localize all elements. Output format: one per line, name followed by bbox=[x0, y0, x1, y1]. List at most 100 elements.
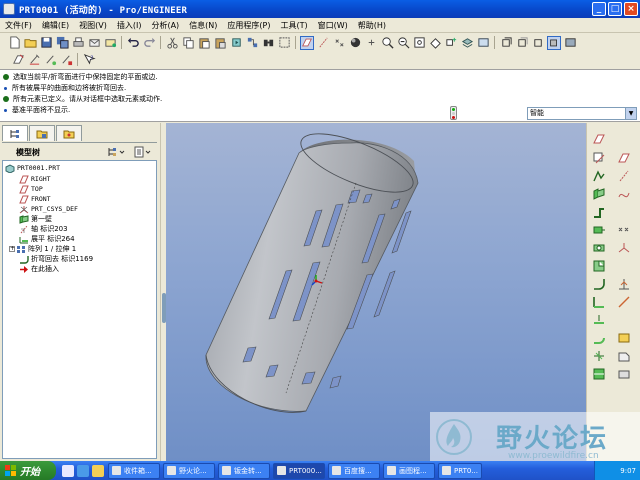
task-proe-2[interactable]: PRT0... bbox=[438, 462, 482, 479]
hidden-line-icon[interactable] bbox=[515, 36, 529, 50]
bend-back-tool-icon[interactable] bbox=[591, 330, 607, 346]
tab-folder-browser[interactable] bbox=[29, 125, 55, 141]
menu-help[interactable]: 帮助(H) bbox=[353, 20, 391, 31]
datum-point-tool-icon[interactable] bbox=[616, 222, 632, 238]
zoom-out-icon[interactable] bbox=[396, 36, 410, 50]
maximize-button[interactable]: □ bbox=[608, 2, 622, 16]
task-forum[interactable]: 野火论... bbox=[163, 462, 215, 479]
csys-tool-icon[interactable] bbox=[616, 240, 632, 256]
view-manager-icon[interactable] bbox=[476, 36, 490, 50]
minimize-button[interactable]: _ bbox=[592, 2, 606, 16]
save-icon[interactable] bbox=[39, 36, 53, 50]
graphics-window[interactable] bbox=[166, 123, 586, 461]
task-paint[interactable]: 画图程... bbox=[383, 462, 435, 479]
whats-this-help-icon[interactable]: ? bbox=[82, 53, 96, 67]
menu-edit[interactable]: 编辑(E) bbox=[37, 20, 74, 31]
sketch-datum-icon[interactable] bbox=[11, 53, 25, 67]
relations-icon[interactable] bbox=[59, 53, 73, 67]
sheetmetal-cylinder-model[interactable] bbox=[166, 123, 586, 461]
start-button[interactable]: 开始 bbox=[0, 461, 56, 480]
tree-item-right[interactable]: RIGHT bbox=[19, 174, 51, 184]
ie-icon[interactable] bbox=[77, 464, 89, 477]
menu-analysis[interactable]: 分析(A) bbox=[146, 20, 184, 31]
copy-icon[interactable] bbox=[181, 36, 195, 50]
no-hidden-icon[interactable] bbox=[531, 36, 545, 50]
notch-icon[interactable] bbox=[591, 258, 607, 274]
layers-icon[interactable] bbox=[460, 36, 474, 50]
tree-item-csys[interactable]: PRT_CSYS_DEF bbox=[19, 204, 78, 214]
menu-view[interactable]: 视图(V) bbox=[74, 20, 112, 31]
reference-tool-icon[interactable] bbox=[616, 348, 632, 364]
datum-plane-alt-icon[interactable] bbox=[616, 150, 632, 166]
task-inbox[interactable]: 收件箱... bbox=[108, 462, 160, 479]
extrude-cut-icon[interactable] bbox=[591, 222, 607, 238]
paste-icon[interactable] bbox=[197, 36, 211, 50]
datum-point-display-icon[interactable] bbox=[332, 36, 346, 50]
redo-icon[interactable] bbox=[142, 36, 156, 50]
clock[interactable]: 9:07 bbox=[620, 467, 636, 475]
flange-wall-icon[interactable] bbox=[591, 204, 607, 220]
spin-center-icon[interactable] bbox=[364, 36, 378, 50]
datum-plane-display-icon[interactable] bbox=[300, 35, 314, 50]
paste-special-icon[interactable] bbox=[213, 36, 227, 50]
datum-curve-icon[interactable] bbox=[616, 168, 632, 184]
refit-icon[interactable] bbox=[412, 36, 426, 50]
datum-axis-tool-icon[interactable] bbox=[591, 150, 607, 166]
merge-wall-icon[interactable] bbox=[591, 366, 607, 382]
flat-pattern-icon[interactable] bbox=[616, 330, 632, 346]
zoom-in-icon[interactable] bbox=[380, 36, 394, 50]
wall-tool-icon[interactable] bbox=[591, 186, 607, 202]
rip-icon[interactable] bbox=[591, 348, 607, 364]
datum-plane-tool-icon[interactable] bbox=[591, 131, 607, 147]
explorer-icon[interactable] bbox=[92, 464, 104, 477]
menu-info[interactable]: 信息(N) bbox=[184, 20, 222, 31]
annotation-tool-icon[interactable] bbox=[616, 294, 632, 310]
cut-icon[interactable] bbox=[165, 36, 179, 50]
task-baidu[interactable]: 百度搜... bbox=[328, 462, 380, 479]
find-icon[interactable] bbox=[261, 36, 275, 50]
tree-item-bend-back[interactable]: 折弯回去 标识1169 bbox=[19, 254, 93, 264]
reorient-icon[interactable] bbox=[428, 36, 442, 50]
new-file-icon[interactable] bbox=[7, 36, 21, 50]
unbend-tool-icon[interactable] bbox=[591, 312, 607, 328]
bend-icon[interactable] bbox=[591, 276, 607, 292]
menu-insert[interactable]: 插入(I) bbox=[112, 20, 147, 31]
sketch-tool-icon[interactable] bbox=[591, 168, 607, 184]
punch-icon[interactable] bbox=[591, 240, 607, 256]
save-copy-icon[interactable] bbox=[55, 36, 69, 50]
edge-bend-icon[interactable] bbox=[591, 294, 607, 310]
email-link-icon[interactable] bbox=[103, 36, 117, 50]
tab-model-tree[interactable] bbox=[2, 125, 28, 141]
tree-settings-button[interactable] bbox=[107, 145, 127, 158]
tree-show-button[interactable] bbox=[133, 145, 153, 158]
task-proe[interactable]: PRT000... bbox=[273, 462, 325, 479]
datum-axis-display-icon[interactable] bbox=[316, 36, 330, 50]
menu-applications[interactable]: 应用程序(P) bbox=[222, 20, 275, 31]
expand-toggle[interactable]: + bbox=[9, 246, 15, 252]
menu-file[interactable]: 文件(F) bbox=[0, 20, 37, 31]
email-icon[interactable] bbox=[87, 36, 101, 50]
curve-tool-icon[interactable] bbox=[616, 186, 632, 202]
shaded-view-icon[interactable] bbox=[547, 35, 561, 50]
select-box-icon[interactable] bbox=[277, 36, 291, 50]
regen-manager-icon[interactable] bbox=[245, 36, 259, 50]
show-desktop-icon[interactable] bbox=[62, 464, 74, 477]
edit-icon[interactable] bbox=[27, 53, 41, 67]
tree-item-axis[interactable]: 轴 标识203 bbox=[19, 224, 68, 234]
tree-item-unbend[interactable]: 展平 标识264 bbox=[19, 234, 75, 244]
tree-item-front[interactable]: FRONT bbox=[19, 194, 51, 204]
tree-item-first-wall[interactable]: 第一壁 bbox=[19, 214, 52, 224]
tab-favorites[interactable] bbox=[56, 125, 82, 141]
saved-views-icon[interactable] bbox=[444, 36, 458, 50]
flat-state-icon[interactable] bbox=[616, 366, 632, 382]
tree-item-part[interactable]: PRT0001.PRT bbox=[5, 163, 60, 173]
tree-item-pattern[interactable]: + 阵列 1 / 拉伸 1 bbox=[9, 244, 76, 254]
menu-tools[interactable]: 工具(T) bbox=[276, 20, 313, 31]
undo-icon[interactable] bbox=[126, 36, 140, 50]
shading-icon[interactable] bbox=[348, 36, 362, 50]
print-icon[interactable] bbox=[71, 36, 85, 50]
analysis-tool-icon[interactable] bbox=[616, 276, 632, 292]
task-sheetmetal[interactable]: 钣金转... bbox=[218, 462, 270, 479]
model-tree-options-icon[interactable] bbox=[43, 53, 57, 67]
tree-item-insert-here[interactable]: 在此插入 bbox=[19, 264, 59, 274]
